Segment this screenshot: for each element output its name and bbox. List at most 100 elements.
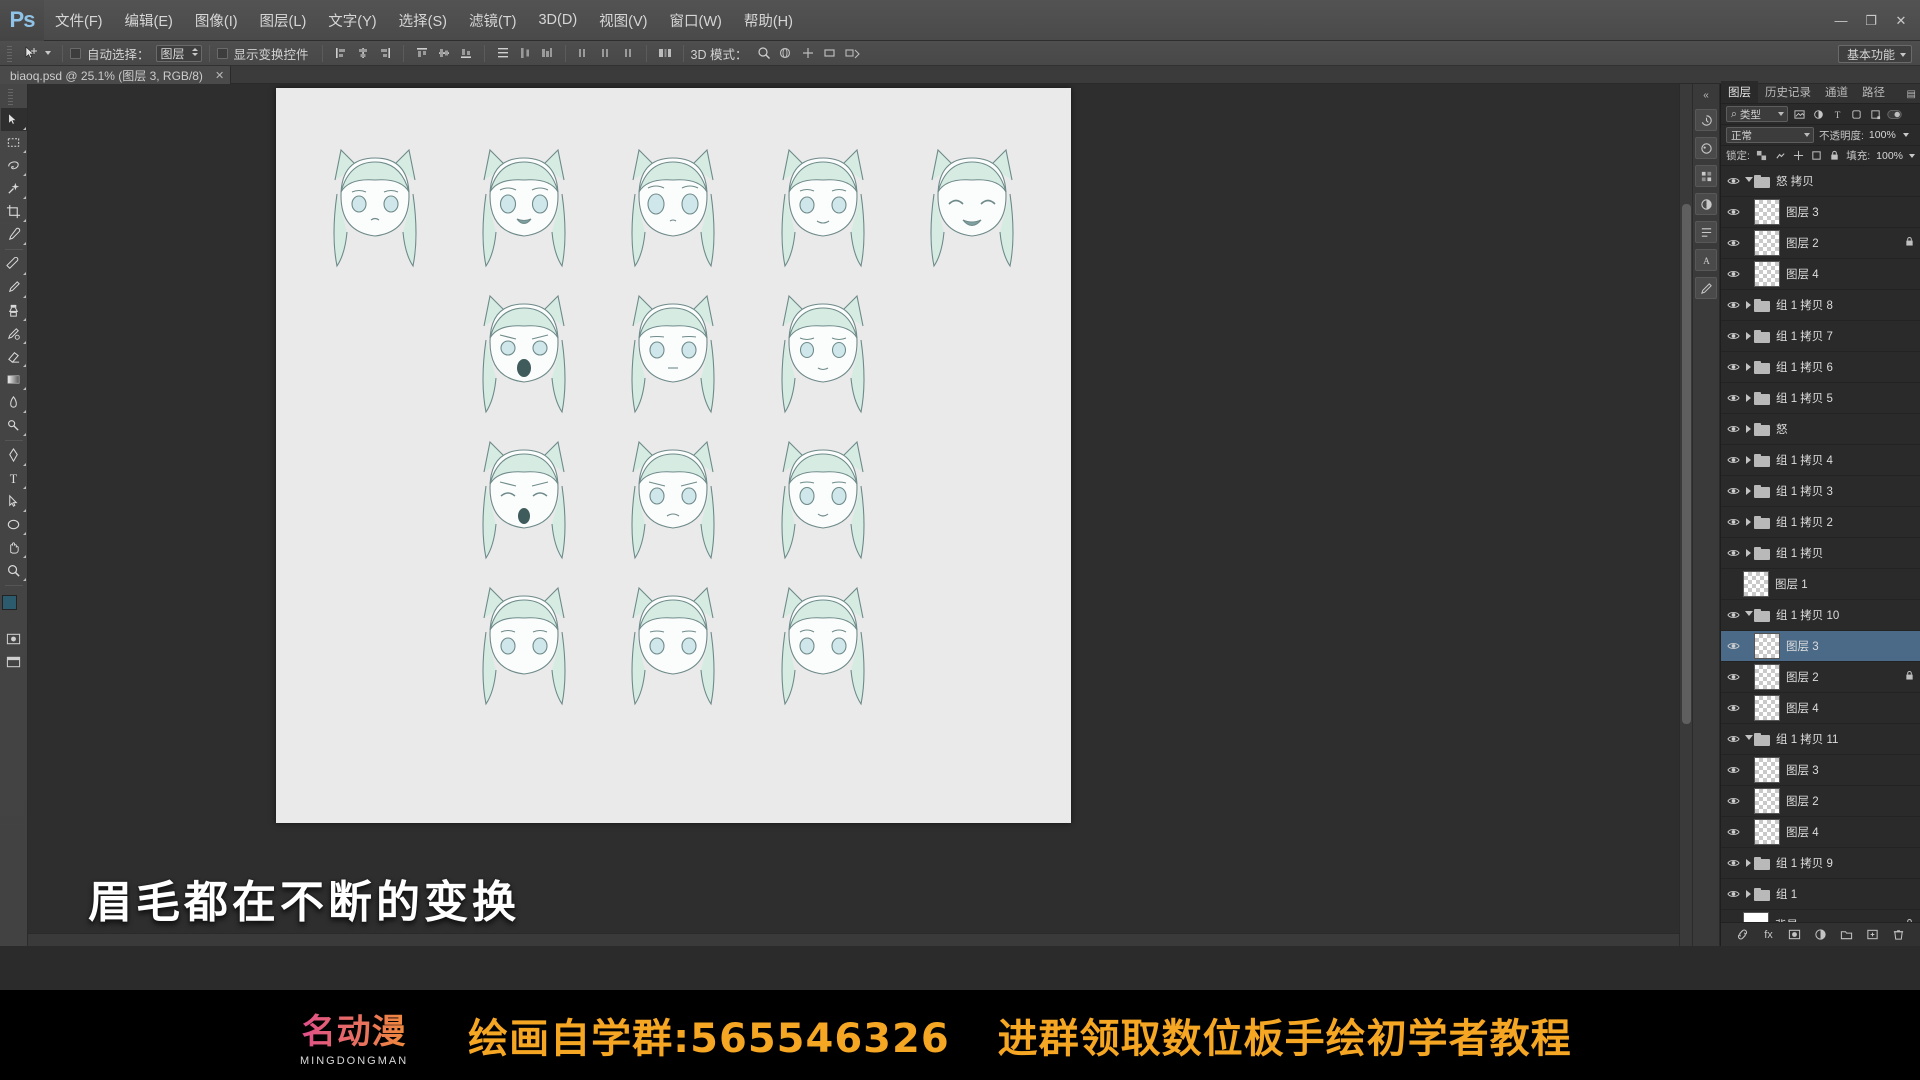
layer-row[interactable]: 组 1 拷贝 7 (1721, 321, 1920, 352)
lock-image-pixels-icon[interactable] (1774, 149, 1786, 162)
align-vertical-centers-icon[interactable] (433, 44, 455, 63)
tool-hand[interactable] (1, 536, 27, 559)
layer-row[interactable]: 组 1 拷贝 9 (1721, 848, 1920, 879)
group-expand-chevron-icon[interactable] (1743, 890, 1754, 898)
menu-type[interactable]: 文字(Y) (317, 0, 387, 41)
foreground-color-swatch[interactable] (1, 595, 17, 610)
tab-layers[interactable]: 图层 (1721, 81, 1758, 103)
layer-visibility-eye-icon[interactable] (1723, 290, 1743, 321)
slide-3d-icon[interactable] (819, 44, 841, 63)
layer-visibility-eye-icon[interactable] (1723, 724, 1743, 755)
layer-visibility-eye-icon[interactable] (1723, 631, 1743, 662)
layer-thumbnail[interactable] (1754, 757, 1780, 783)
layer-visibility-eye-icon[interactable] (1723, 476, 1743, 507)
menu-help[interactable]: 帮助(H) (733, 0, 804, 41)
layer-visibility-eye-icon[interactable] (1723, 755, 1743, 786)
tool-pen[interactable] (1, 444, 27, 467)
fill-chevron-icon[interactable] (1909, 153, 1916, 158)
group-expand-chevron-icon[interactable] (1743, 363, 1754, 371)
character-panel-icon[interactable]: A (1695, 249, 1717, 271)
layer-visibility-eye-icon[interactable] (1723, 538, 1743, 569)
layer-visibility-eye-icon[interactable] (1723, 259, 1743, 290)
layer-visibility-eye-icon[interactable] (1723, 507, 1743, 538)
tool-quick-selection[interactable] (1, 177, 27, 200)
group-expand-chevron-icon[interactable] (1743, 332, 1754, 340)
menu-filter[interactable]: 滤镜(T) (458, 0, 528, 41)
tab-channels[interactable]: 通道 (1818, 81, 1855, 103)
layer-visibility-eye-icon[interactable] (1723, 352, 1743, 383)
layer-visibility-eye-icon[interactable] (1723, 879, 1743, 910)
tool-type[interactable]: T (1, 467, 27, 490)
options-bar-grip[interactable] (6, 44, 14, 62)
group-expand-chevron-icon[interactable] (1743, 425, 1754, 433)
new-group-icon[interactable] (1839, 927, 1854, 942)
layer-filter-type-dropdown[interactable]: ⌕ 类型 (1726, 106, 1788, 122)
tool-dodge[interactable] (1, 414, 27, 437)
layer-row[interactable]: 图层 2 (1721, 228, 1920, 259)
layer-visibility-eye-icon[interactable] (1723, 848, 1743, 879)
canvas-work-area[interactable] (28, 84, 1692, 946)
layer-visibility-eye-icon[interactable] (1723, 228, 1743, 259)
new-adjustment-layer-icon[interactable] (1813, 927, 1828, 942)
maximize-button[interactable]: ❐ (1856, 6, 1886, 36)
document-tab-close-icon[interactable]: ✕ (215, 69, 224, 82)
layer-row[interactable]: 图层 4 (1721, 693, 1920, 724)
canvas-vertical-scrollbar[interactable] (1679, 84, 1692, 946)
scale-3d-icon[interactable] (841, 44, 863, 63)
tool-history-brush[interactable] (1, 322, 27, 345)
menu-file[interactable]: 文件(F) (44, 0, 114, 41)
layer-row[interactable]: 怒 拷贝 (1721, 166, 1920, 197)
auto-select-checkbox[interactable] (70, 47, 81, 59)
group-expand-chevron-icon[interactable] (1743, 859, 1754, 867)
filter-pixel-layers-icon[interactable] (1792, 107, 1807, 122)
tool-lasso[interactable] (1, 154, 27, 177)
menu-select[interactable]: 选择(S) (388, 0, 458, 41)
layer-visibility-eye-icon[interactable] (1723, 445, 1743, 476)
history-panel-icon[interactable] (1695, 109, 1717, 131)
tool-eyedropper[interactable] (1, 223, 27, 246)
layer-thumbnail[interactable] (1754, 788, 1780, 814)
pan-3d-icon[interactable] (797, 44, 819, 63)
panel-options-menu-icon[interactable]: ▤ (1907, 89, 1916, 100)
filter-shape-layers-icon[interactable] (1849, 107, 1864, 122)
align-right-edges-icon[interactable] (374, 44, 396, 63)
layer-thumbnail[interactable] (1754, 633, 1780, 659)
tool-ellipse-shape[interactable] (1, 513, 27, 536)
group-collapse-chevron-icon[interactable] (1743, 734, 1754, 744)
layer-row[interactable]: 图层 2 (1721, 786, 1920, 817)
layer-row[interactable]: 背景 (1721, 910, 1920, 922)
layer-thumbnail[interactable] (1754, 261, 1780, 287)
layer-visibility-eye-icon[interactable] (1723, 197, 1743, 228)
layer-visibility-eye-icon[interactable] (1723, 414, 1743, 445)
layer-row[interactable]: 组 1 拷贝 11 (1721, 724, 1920, 755)
group-expand-chevron-icon[interactable] (1743, 301, 1754, 309)
group-expand-chevron-icon[interactable] (1743, 456, 1754, 464)
lock-all-icon[interactable] (1828, 149, 1840, 162)
tool-gradient[interactable] (1, 368, 27, 391)
expand-panels-icon[interactable]: « (1703, 90, 1709, 101)
distribute-vertical-centers-icon[interactable] (514, 44, 536, 63)
adjustments-panel-icon[interactable] (1695, 193, 1717, 215)
layer-row[interactable]: 组 1 拷贝 2 (1721, 507, 1920, 538)
layer-row[interactable]: 组 1 拷贝 (1721, 538, 1920, 569)
align-bottom-edges-icon[interactable] (455, 44, 477, 63)
layer-row[interactable]: 图层 3 (1721, 197, 1920, 228)
quick-mask-toggle[interactable] (1, 627, 27, 650)
lock-position-icon[interactable] (1792, 149, 1804, 162)
fill-value[interactable]: 100% (1876, 150, 1903, 162)
lock-transparent-pixels-icon[interactable] (1756, 149, 1768, 162)
layer-visibility-eye-icon[interactable] (1723, 383, 1743, 414)
layer-row[interactable]: 图层 4 (1721, 817, 1920, 848)
tool-preset-chevron-icon[interactable] (45, 51, 51, 55)
layer-row[interactable]: 组 1 拷贝 10 (1721, 600, 1920, 631)
tool-move[interactable] (0, 108, 27, 131)
layer-row[interactable]: 组 1 拷贝 5 (1721, 383, 1920, 414)
menu-edit[interactable]: 编辑(E) (114, 0, 184, 41)
group-expand-chevron-icon[interactable] (1743, 518, 1754, 526)
distribute-horizontal-centers-icon[interactable] (595, 44, 617, 63)
distribute-right-icon[interactable] (617, 44, 639, 63)
layer-row[interactable]: 组 1 拷贝 6 (1721, 352, 1920, 383)
opacity-value[interactable]: 100% (1869, 129, 1896, 141)
canvas-vertical-scroll-thumb[interactable] (1682, 204, 1691, 724)
layer-row[interactable]: 组 1 拷贝 8 (1721, 290, 1920, 321)
